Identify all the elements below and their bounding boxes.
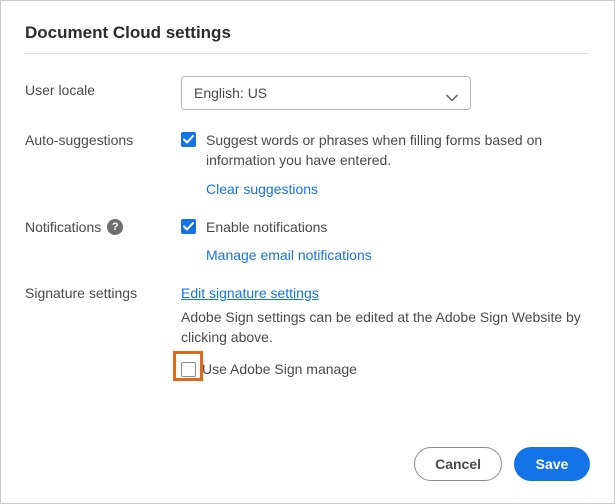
control-signature: Edit signature settings Adobe Sign setti… xyxy=(181,283,590,348)
adobe-sign-text: Use Adobe Sign manage xyxy=(202,359,357,379)
help-icon[interactable]: ? xyxy=(107,219,123,235)
divider xyxy=(25,53,590,54)
notifications-checkbox-line: Enable notifications xyxy=(181,217,590,237)
label-notifications: Notifications ? xyxy=(25,217,181,235)
dialog-title: Document Cloud settings xyxy=(25,23,590,43)
locale-select-value: English: US xyxy=(194,85,267,101)
locale-select[interactable]: English: US xyxy=(181,76,471,110)
autosuggest-checkbox[interactable] xyxy=(181,132,196,147)
row-autosuggest: Auto-suggestions Suggest words or phrase… xyxy=(25,130,590,197)
autosuggest-text: Suggest words or phrases when filling fo… xyxy=(206,130,590,171)
row-notifications: Notifications ? Enable notifications Man… xyxy=(25,217,590,263)
row-adobe-sign: Use Adobe Sign manage xyxy=(181,359,590,379)
notifications-text: Enable notifications xyxy=(206,217,327,237)
save-button[interactable]: Save xyxy=(514,447,590,481)
check-icon xyxy=(183,135,194,144)
adobe-sign-checkbox[interactable] xyxy=(181,362,196,377)
chevron-down-icon xyxy=(446,89,458,97)
label-autosuggest: Auto-suggestions xyxy=(25,130,181,148)
control-notifications: Enable notifications Manage email notifi… xyxy=(181,217,590,263)
control-locale: English: US xyxy=(181,76,590,110)
cancel-button[interactable]: Cancel xyxy=(414,447,502,481)
label-locale: User locale xyxy=(25,76,181,98)
edit-signature-link[interactable]: Edit signature settings xyxy=(181,285,319,301)
notifications-checkbox[interactable] xyxy=(181,219,196,234)
control-autosuggest: Suggest words or phrases when filling fo… xyxy=(181,130,590,197)
row-signature: Signature settings Edit signature settin… xyxy=(25,283,590,348)
dialog-footer: Cancel Save xyxy=(414,447,590,481)
check-icon xyxy=(183,222,194,231)
manage-notifications-link[interactable]: Manage email notifications xyxy=(206,247,372,263)
clear-suggestions-link[interactable]: Clear suggestions xyxy=(206,181,318,197)
settings-dialog: Document Cloud settings User locale Engl… xyxy=(0,0,615,504)
row-locale: User locale English: US xyxy=(25,76,590,110)
label-signature: Signature settings xyxy=(25,283,181,301)
autosuggest-checkbox-line: Suggest words or phrases when filling fo… xyxy=(181,130,590,171)
label-notifications-text: Notifications xyxy=(25,219,101,235)
signature-description: Adobe Sign settings can be edited at the… xyxy=(181,307,590,348)
